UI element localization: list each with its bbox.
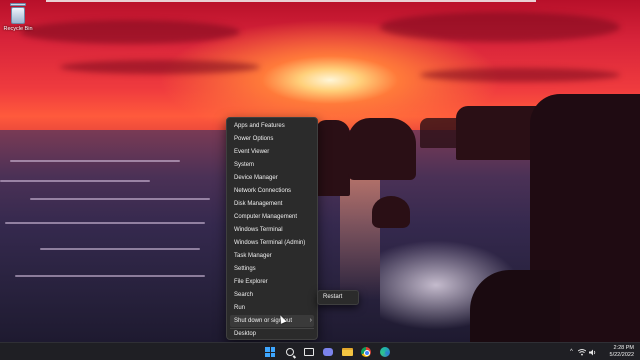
taskbar-search-button[interactable] <box>283 345 297 359</box>
chat-button[interactable] <box>321 345 335 359</box>
wave <box>40 248 200 250</box>
menu-item-computer-management[interactable]: Computer Management <box>230 211 314 223</box>
menu-item-system[interactable]: System <box>230 159 314 171</box>
wave <box>10 160 180 162</box>
menu-item-desktop[interactable]: Desktop <box>230 328 314 340</box>
wave <box>0 180 150 182</box>
system-tray: ^ <box>570 343 597 360</box>
recycle-bin-icon <box>11 7 25 24</box>
cloud <box>20 20 240 44</box>
wave <box>5 222 205 224</box>
menu-item-network-connections[interactable]: Network Connections <box>230 185 314 197</box>
chat-icon <box>323 348 333 356</box>
rock-stack <box>372 196 410 228</box>
recycle-bin-label: Recycle Bin <box>3 26 33 32</box>
menu-item-disk-management[interactable]: Disk Management <box>230 198 314 210</box>
folder-icon <box>341 348 353 356</box>
shutdown-submenu: Restart <box>317 290 359 305</box>
volume-icon[interactable] <box>588 349 597 356</box>
wave <box>30 198 210 200</box>
chrome-icon <box>361 347 371 357</box>
chevron-right-icon: › <box>309 317 312 324</box>
chrome-button[interactable] <box>359 345 373 359</box>
task-view-icon <box>304 348 314 356</box>
menu-item-event-viewer[interactable]: Event Viewer <box>230 146 314 158</box>
submenu-item-restart[interactable]: Restart <box>323 294 342 300</box>
menu-item-apps-and-features[interactable]: Apps and Features <box>230 120 314 132</box>
menu-item-windows-terminal-admin[interactable]: Windows Terminal (Admin) <box>230 237 314 249</box>
search-icon <box>286 348 294 356</box>
menu-item-run[interactable]: Run <box>230 302 314 314</box>
menu-item-settings[interactable]: Settings <box>230 263 314 275</box>
file-explorer-button[interactable] <box>340 345 354 359</box>
cloud <box>60 60 260 74</box>
cloud <box>420 68 620 82</box>
taskbar: ^ 2:28 PM 5/22/2022 <box>0 342 640 360</box>
cliff <box>470 270 560 342</box>
clock-date: 5/22/2022 <box>609 352 634 358</box>
menu-item-windows-terminal[interactable]: Windows Terminal <box>230 224 314 236</box>
menu-item-shut-down-or-sign-out[interactable]: Shut down or sign out › <box>230 315 314 327</box>
edge-icon <box>380 347 390 357</box>
edge-button[interactable] <box>378 345 392 359</box>
rock-stack <box>348 118 416 180</box>
clock[interactable]: 2:28 PM 5/22/2022 <box>610 345 634 359</box>
window-edge <box>46 0 536 2</box>
windows-logo-icon <box>265 347 275 357</box>
rock-stack <box>316 120 350 196</box>
menu-item-search[interactable]: Search <box>230 289 314 301</box>
clock-time: 2:28 PM <box>613 345 634 351</box>
recycle-bin-icon <box>10 3 26 6</box>
menu-item-device-manager[interactable]: Device Manager <box>230 172 314 184</box>
task-view-button[interactable] <box>302 345 316 359</box>
menu-item-power-options[interactable]: Power Options <box>230 133 314 145</box>
power-user-menu: Apps and Features Power Options Event Vi… <box>226 117 318 340</box>
show-hidden-icons-chevron-icon[interactable]: ^ <box>570 349 573 355</box>
wifi-icon[interactable] <box>577 348 586 356</box>
start-button[interactable] <box>263 345 277 359</box>
recycle-bin-shortcut[interactable]: Recycle Bin <box>2 3 34 32</box>
menu-item-task-manager[interactable]: Task Manager <box>230 250 314 262</box>
wave <box>15 275 205 277</box>
cloud <box>380 12 620 42</box>
menu-item-file-explorer[interactable]: File Explorer <box>230 276 314 288</box>
